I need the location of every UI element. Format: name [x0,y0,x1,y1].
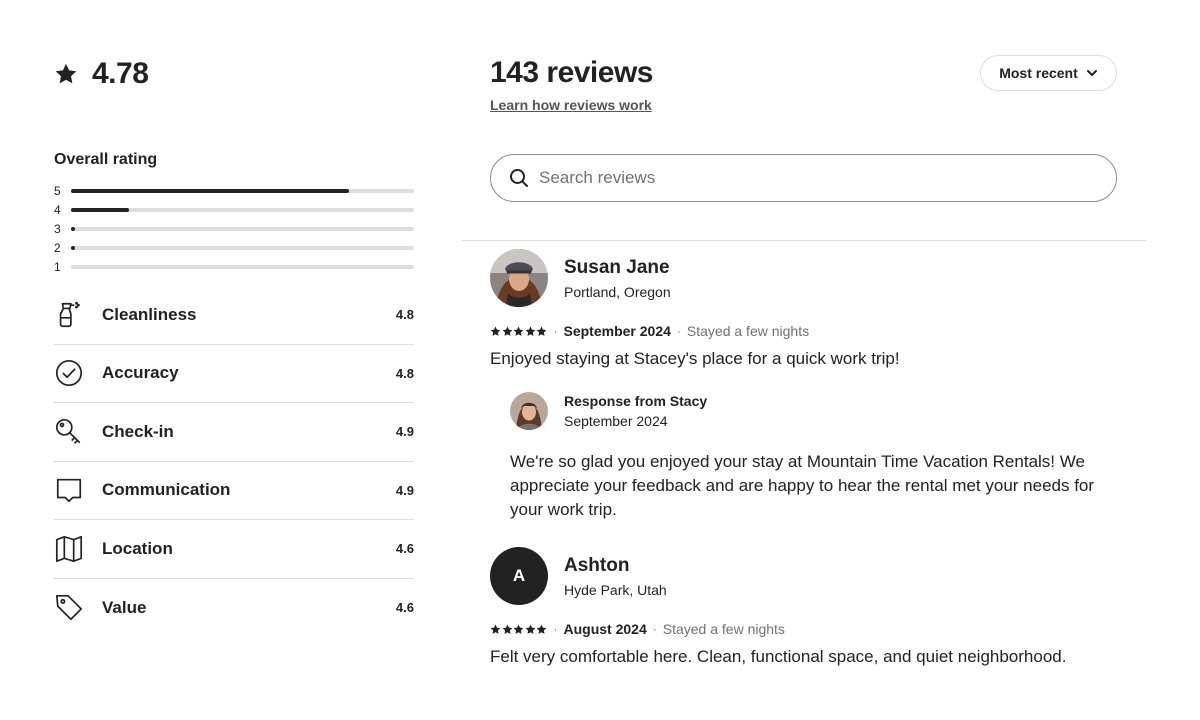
star-icon [536,624,547,634]
distribution-bar-track [71,226,414,231]
category-location: Location 4.6 [54,520,414,579]
review-item: Susan Jane Portland, Oregon · September … [490,249,1130,522]
separator-dot: · [553,622,558,636]
reviewer-name: Susan Jane [564,256,670,278]
star-rating [490,624,548,635]
distribution-star-count: 1 [54,259,61,274]
section-divider [462,240,1146,241]
star-icon [536,326,547,336]
host-avatar[interactable] [510,392,548,430]
avatar[interactable] [490,249,548,307]
distribution-row: 4 [54,200,414,219]
key-icon [54,417,84,447]
category-label: Location [102,538,173,558]
sort-dropdown-label: Most recent [999,65,1078,81]
category-ratings: Cleanliness 4.8 Accuracy 4.8 Check-in 4.… [54,286,414,637]
distribution-bar-track [71,245,414,250]
host-response-text: We're so glad you enjoyed your stay at M… [510,452,1095,519]
reviewer-header: Susan Jane Portland, Oregon [490,249,1130,307]
tag-icon [54,593,84,623]
avatar[interactable]: A [490,547,548,605]
star-icon [525,326,535,336]
category-value: 4.6 [395,600,414,616]
learn-how-reviews-work-link[interactable]: Learn how reviews work [490,97,652,113]
review-date: August 2024 [563,621,647,637]
host-response-title: Response from Stacy [564,393,708,409]
category-value: 4.8 [395,307,414,323]
overall-rating-label: Overall rating [54,151,158,168]
distribution-bar-track [71,188,414,193]
distribution-bar-fill [71,188,349,193]
category-label: Communication [102,480,231,500]
chat-bubble-icon [54,475,84,505]
host-response-header: Response from Stacy September 2024 [510,392,1120,430]
host-response-date: September 2024 [564,413,668,429]
distribution-bar-fill [71,226,75,231]
distribution-star-count: 5 [54,183,61,198]
spray-bottle-icon [54,300,84,330]
category-accuracy: Accuracy 4.8 [54,345,414,403]
category-cleanliness: Cleanliness 4.8 [54,286,414,345]
separator-dot: · [553,324,558,338]
separator-dot: · [676,324,681,338]
category-label: Cleanliness [102,304,197,324]
star-icon [490,624,501,634]
star-icon [55,63,77,84]
distribution-star-count: 4 [54,202,61,217]
review-meta: · September 2024 · Stayed a few nights [490,323,1130,339]
star-rating [490,326,548,337]
distribution-star-count: 3 [54,221,61,236]
distribution-row: 3 [54,219,414,238]
review-date: September 2024 [563,323,671,339]
category-checkin: Check-in 4.9 [54,403,414,462]
stay-length: Stayed a few nights [686,323,810,339]
star-icon [513,326,524,336]
distribution-row: 2 [54,238,414,257]
category-value: 4.8 [395,365,414,381]
review-meta: · August 2024 · Stayed a few nights [490,621,1130,637]
search-icon [510,169,528,187]
reviewer-header: A Ashton Hyde Park, Utah [490,547,1130,605]
overall-score-value: 4.78 [92,57,149,90]
category-label: Value [102,597,147,617]
check-circle-icon [54,358,84,388]
star-icon [513,624,524,634]
star-icon [502,624,512,634]
reviewer-location: Hyde Park, Utah [564,581,667,598]
host-response: Response from Stacy September 2024 We're… [510,392,1120,522]
category-value: 4.9 [395,424,414,440]
sort-dropdown[interactable]: Most recent [980,55,1117,91]
distribution-row: 5 [54,181,414,200]
search-reviews-input[interactable] [539,168,1079,188]
review-item: A Ashton Hyde Park, Utah · August 2024 ·… [490,547,1130,668]
reviewer-location: Portland, Oregon [564,283,671,300]
rating-distribution: 5 4 3 2 1 [54,181,414,276]
distribution-star-count: 2 [54,240,61,255]
stay-length: Stayed a few nights [662,621,785,637]
distribution-bar-track [71,207,414,212]
star-icon [525,624,535,634]
reviewer-name: Ashton [564,554,630,576]
category-value: 4.9 [395,482,414,498]
review-text: Enjoyed staying at Stacey's place for a … [490,349,900,368]
review-count-title: 143 reviews [490,56,653,89]
category-label: Check-in [102,421,174,441]
map-icon [54,534,84,564]
distribution-row: 1 [54,257,414,276]
category-communication: Communication 4.9 [54,462,414,520]
review-text: Felt very comfortable here. Clean, funct… [490,647,1067,666]
distribution-bar-fill [71,245,75,250]
distribution-bar-track [71,264,414,269]
distribution-bar-fill [71,207,130,212]
category-label: Accuracy [102,363,179,383]
overall-score: 4.78 [54,57,149,90]
search-reviews-field[interactable] [490,154,1117,202]
category-value: 4.6 [395,541,414,557]
separator-dot: · [652,622,657,636]
chevron-down-icon [1086,70,1097,76]
category-value: Value 4.6 [54,579,414,638]
star-icon [490,326,501,336]
star-icon [502,326,512,336]
